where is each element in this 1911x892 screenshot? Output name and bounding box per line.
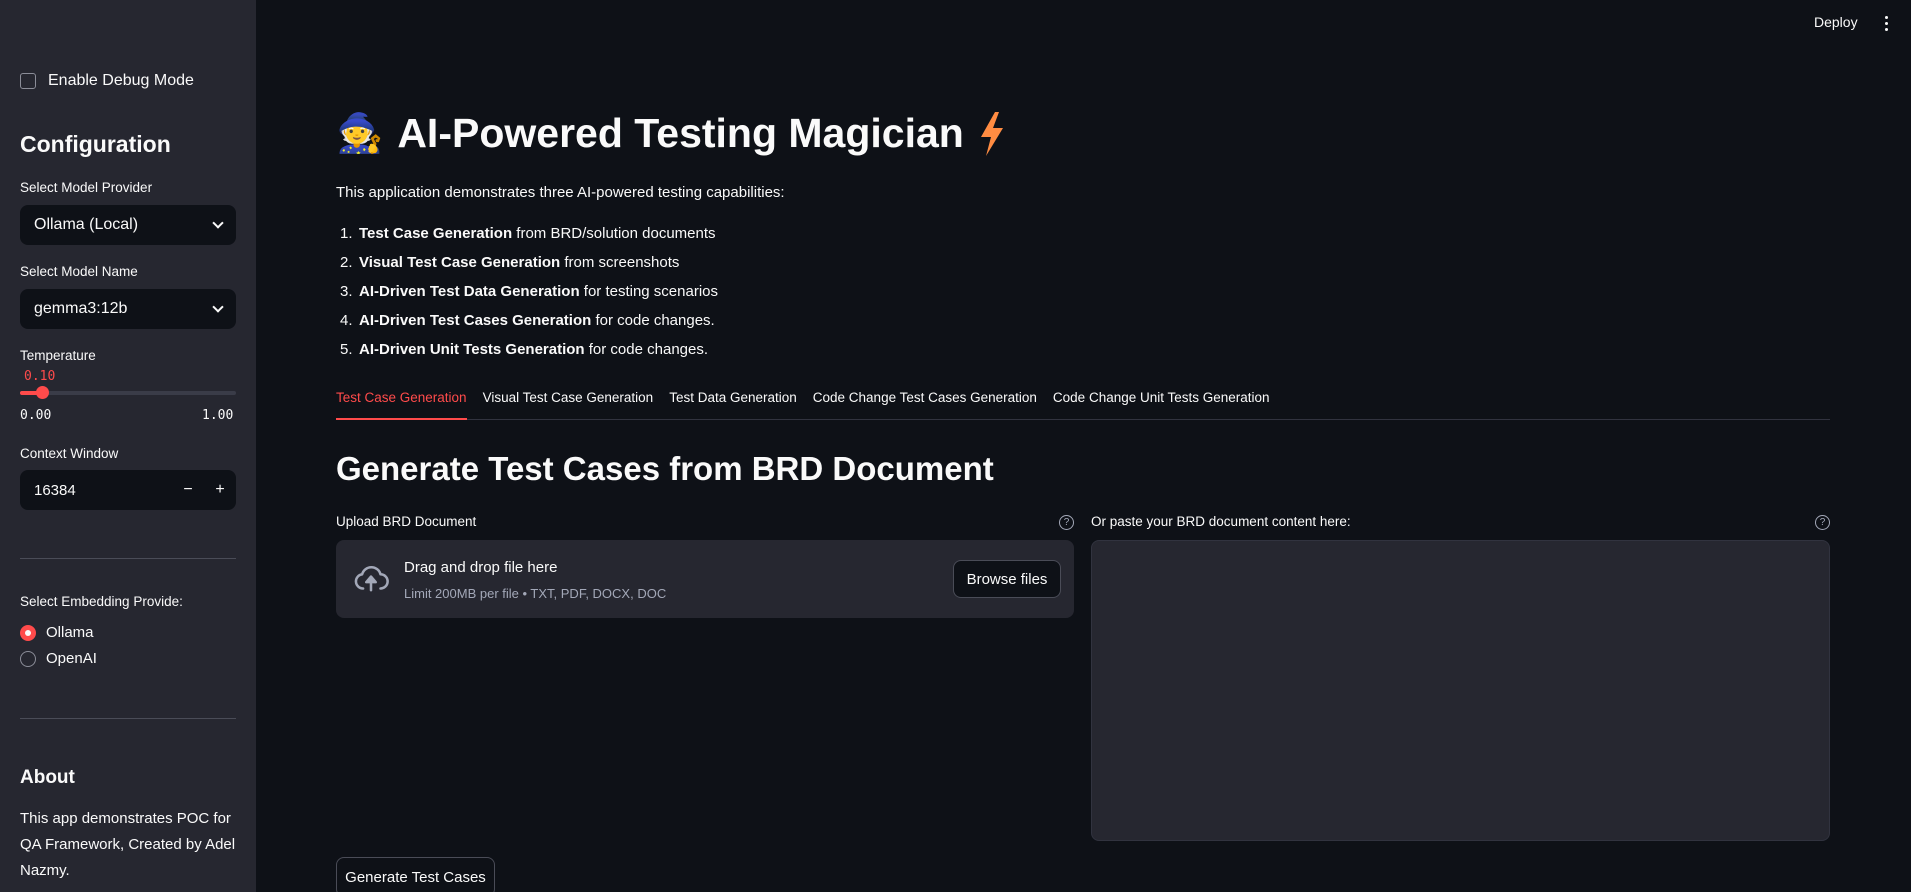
embedding-option-label: OpenAI [46,650,97,667]
chevron-down-icon [212,300,224,313]
list-item: 2. Visual Test Case Generation from scree… [340,254,680,271]
page-title: 🧙 AI-Powered Testing Magician [336,110,1006,157]
dropzone-title: Drag and drop file here [404,559,558,576]
tab-code-change-test-cases[interactable]: Code Change Test Cases Generation [813,384,1037,420]
debug-mode-label: Enable Debug Mode [48,72,194,89]
wizard-icon: 🧙 [336,112,384,155]
checkbox-box[interactable] [20,73,36,89]
lightning-icon [980,111,1003,156]
list-item: 3. AI-Driven Test Data Generation for tes… [340,283,719,300]
help-icon[interactable]: ? [1059,515,1074,530]
intro-text: This application demonstrates three AI-p… [336,184,785,201]
brd-content-textarea[interactable] [1091,540,1830,841]
model-provider-value: Ollama (Local) [34,216,139,233]
dropzone-limits: Limit 200MB per file • TXT, PDF, DOCX, D… [404,586,667,601]
list-item: 4. AI-Driven Test Cases Generation for co… [340,312,715,329]
about-text: This app demonstrates POC for QA Framewo… [20,810,236,879]
browse-files-button[interactable]: Browse files [953,560,1061,598]
model-name-select[interactable]: gemma3:12b [20,289,236,329]
temperature-label: Temperature [20,348,96,363]
tab-test-data-generation[interactable]: Test Data Generation [669,384,797,420]
radio-selected[interactable] [20,624,36,641]
context-window-input[interactable]: 16384 − + [20,470,236,510]
tab-code-change-unit-tests[interactable]: Code Change Unit Tests Generation [1053,384,1270,420]
context-window-label: Context Window [20,446,119,461]
list-item: 5. AI-Driven Unit Tests Generation for co… [340,341,709,358]
decrement-button[interactable]: − [172,470,204,510]
slider-thumb[interactable] [35,386,49,399]
sidebar-divider [20,558,236,559]
embedding-label: Select Embedding Provide: [20,594,183,609]
model-name-value: gemma3:12b [34,300,128,317]
more-menu-icon[interactable] [1885,16,1888,31]
temperature-max: 1.00 [202,408,234,423]
chevron-down-icon [212,216,224,229]
temperature-value: 0.10 [24,369,56,384]
title-text: AI-Powered Testing Magician [397,110,964,156]
sidebar: Enable Debug Mode Configuration Select M… [0,0,256,892]
model-provider-select[interactable]: Ollama (Local) [20,205,236,245]
upload-label: Upload BRD Document [336,514,477,529]
model-name-label: Select Model Name [20,264,138,279]
embedding-option-ollama[interactable]: Ollama [20,624,94,641]
context-window-value[interactable]: 16384 [20,482,172,499]
paste-label: Or paste your BRD document content here: [1091,514,1351,529]
section-title: Generate Test Cases from BRD Document [336,450,994,487]
tab-test-case-generation[interactable]: Test Case Generation [336,384,467,420]
increment-button[interactable]: + [204,470,236,510]
temperature-slider[interactable] [20,386,236,399]
tab-visual-test-case-generation[interactable]: Visual Test Case Generation [483,384,654,420]
cloud-upload-icon [354,565,389,592]
radio-unselected[interactable] [20,650,36,667]
file-uploader-dropzone[interactable]: Drag and drop file here Limit 200MB per … [336,540,1074,618]
embedding-option-openai[interactable]: OpenAI [20,650,97,667]
sidebar-divider [20,718,236,719]
tab-bar: Test Case Generation Visual Test Case Ge… [336,384,1830,420]
debug-mode-checkbox[interactable]: Enable Debug Mode [20,72,194,90]
model-provider-label: Select Model Provider [20,180,153,195]
deploy-button[interactable]: Deploy [1814,14,1858,30]
temperature-min: 0.00 [20,408,52,423]
configuration-heading: Configuration [20,131,171,157]
list-item: 1. Test Case Generation from BRD/solution… [340,225,716,242]
feature-list: 1. Test Case Generation from BRD/solution… [340,222,718,367]
generate-test-cases-button[interactable]: Generate Test Cases [336,857,495,892]
embedding-option-label: Ollama [46,624,94,641]
help-icon[interactable]: ? [1815,515,1830,530]
about-heading: About [20,767,75,788]
